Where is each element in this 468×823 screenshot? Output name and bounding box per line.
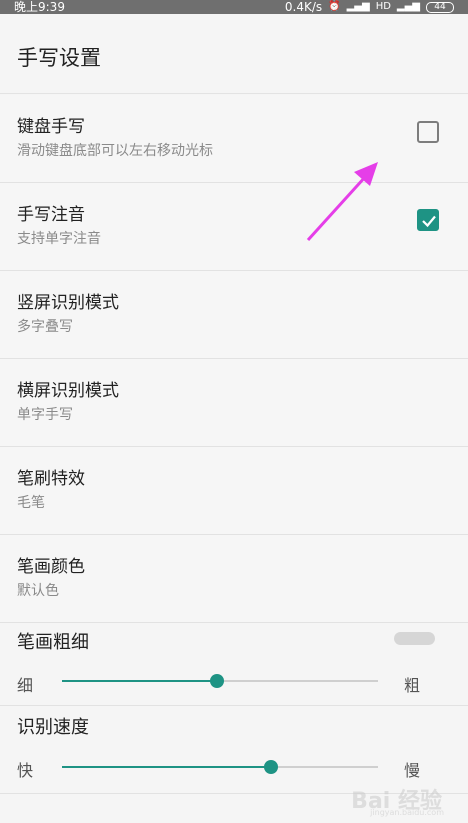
slider-fill <box>62 680 217 682</box>
setting-title: 笔画颜色 <box>17 557 85 577</box>
alarm-icon: ⏰ <box>328 1 341 12</box>
slider-thumb[interactable] <box>209 674 224 688</box>
setting-subtitle: 默认色 <box>17 583 59 599</box>
recognition-speed-slider[interactable] <box>62 760 378 774</box>
setting-portrait-recognition-mode[interactable]: 竖屏识别模式 多字叠写 <box>0 271 468 359</box>
setting-title: 笔刷特效 <box>17 469 85 489</box>
check-icon <box>422 215 436 228</box>
setting-subtitle: 多字叠写 <box>17 319 73 335</box>
setting-subtitle: 单字手写 <box>17 407 73 423</box>
slider-max-label: 粗 <box>404 676 421 695</box>
keyboard-handwriting-checkbox[interactable] <box>417 121 439 143</box>
setting-title: 横屏识别模式 <box>17 381 119 401</box>
app-header: 手写设置 <box>0 14 468 94</box>
setting-title: 手写注音 <box>17 205 85 225</box>
setting-subtitle: 支持单字注音 <box>17 231 101 247</box>
setting-title: 键盘手写 <box>17 117 85 137</box>
slider-title-stroke-thickness: 笔画粗细 <box>17 632 89 653</box>
slider-min-label: 细 <box>17 676 34 695</box>
setting-stroke-color[interactable]: 笔画颜色 默认色 <box>0 535 468 623</box>
status-icons: 0.4K/s ⏰ ▂▄▆ HD ▂▄▆ 44 <box>285 0 454 14</box>
setting-landscape-recognition-mode[interactable]: 横屏识别模式 单字手写 <box>0 359 468 447</box>
hd-icon: HD <box>375 1 391 12</box>
slider-thumb[interactable] <box>263 760 278 774</box>
status-time: 晚上9:39 <box>14 0 65 14</box>
slider-max-label: 慢 <box>404 761 421 780</box>
stroke-thickness-slider[interactable] <box>62 674 378 688</box>
setting-subtitle: 滑动键盘底部可以左右移动光标 <box>17 143 213 159</box>
setting-keyboard-handwriting[interactable]: 键盘手写 滑动键盘底部可以左右移动光标 <box>0 95 468 183</box>
network-speed: 0.4K/s <box>284 0 323 14</box>
setting-handwriting-phonetic[interactable]: 手写注音 支持单字注音 <box>0 183 468 271</box>
page-title: 手写设置 <box>17 46 101 70</box>
slider-fill <box>62 766 271 768</box>
slider-min-label: 快 <box>17 761 34 780</box>
battery-icon: 44 <box>426 1 454 13</box>
stroke-preview-pill <box>394 632 435 645</box>
watermark: Bai 经验 jingyan.baidu.com <box>342 781 462 821</box>
watermark-url: jingyan.baidu.com <box>370 808 444 817</box>
setting-brush-effect[interactable]: 笔刷特效 毛笔 <box>0 447 468 535</box>
slider-title-recognition-speed: 识别速度 <box>17 717 89 738</box>
setting-title: 竖屏识别模式 <box>17 293 119 313</box>
signal-icon-2: ▂▄▆ <box>396 1 420 12</box>
setting-subtitle: 毛笔 <box>17 495 45 511</box>
signal-icon: ▂▄▆ <box>346 1 370 12</box>
handwriting-phonetic-checkbox[interactable] <box>417 209 439 231</box>
status-bar: 晚上9:39 0.4K/s ⏰ ▂▄▆ HD ▂▄▆ 44 <box>0 0 468 14</box>
divider <box>0 705 468 706</box>
